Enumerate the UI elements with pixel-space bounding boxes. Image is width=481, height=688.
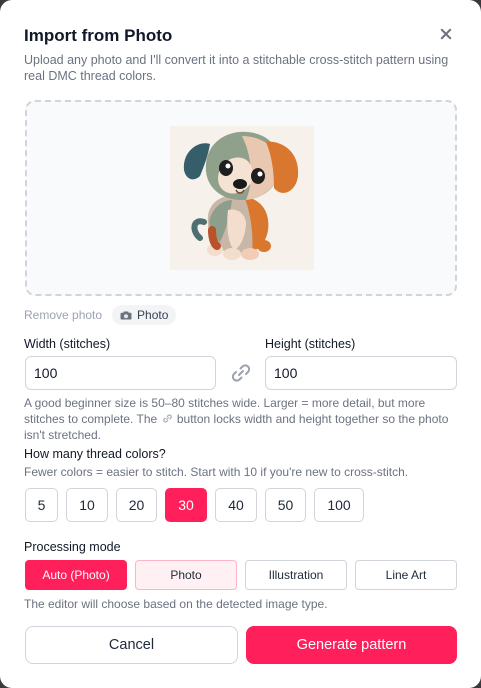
photo-type-chip: Photo bbox=[112, 305, 177, 325]
processing-mode-label: Processing mode bbox=[24, 540, 121, 554]
camera-icon bbox=[120, 311, 132, 319]
puppy-illustration bbox=[183, 131, 299, 260]
cancel-button[interactable]: Cancel bbox=[25, 626, 238, 664]
import-photo-dialog: Import from Photo Upload any photo and I… bbox=[0, 0, 481, 688]
photo-actions-row: Remove photo Photo bbox=[24, 305, 177, 325]
color-count-5[interactable]: 5 bbox=[25, 488, 58, 522]
height-input[interactable] bbox=[265, 356, 457, 390]
color-count-30[interactable]: 30 bbox=[165, 488, 207, 522]
width-input[interactable] bbox=[25, 356, 216, 390]
photo-chip-label: Photo bbox=[137, 308, 169, 322]
color-count-10[interactable]: 10 bbox=[66, 488, 108, 522]
mode-line-art[interactable]: Line Art bbox=[355, 560, 457, 590]
color-count-50[interactable]: 50 bbox=[265, 488, 306, 522]
colors-question: How many thread colors? bbox=[24, 447, 166, 461]
mode-auto-photo[interactable]: Auto (Photo) bbox=[25, 560, 127, 590]
height-label: Height (stitches) bbox=[265, 337, 356, 351]
size-help-text: A good beginner size is 50–80 stitches w… bbox=[24, 395, 460, 443]
width-label: Width (stitches) bbox=[24, 337, 111, 351]
remove-photo-link[interactable]: Remove photo bbox=[24, 308, 102, 322]
mode-photo[interactable]: Photo bbox=[135, 560, 237, 590]
color-count-20[interactable]: 20 bbox=[116, 488, 157, 522]
colors-hint: Fewer colors = easier to stitch. Start w… bbox=[24, 465, 409, 479]
mode-illustration[interactable]: Illustration bbox=[245, 560, 347, 590]
generate-pattern-button[interactable]: Generate pattern bbox=[246, 626, 457, 664]
color-count-100[interactable]: 100 bbox=[314, 488, 364, 522]
aspect-lock-button[interactable] bbox=[229, 361, 253, 385]
color-count-40[interactable]: 40 bbox=[215, 488, 257, 522]
photo-preview bbox=[170, 126, 314, 270]
link-icon bbox=[231, 364, 251, 382]
mode-help-text: The editor will choose based on the dete… bbox=[24, 597, 328, 611]
dialog-subtitle: Upload any photo and I'll convert it int… bbox=[24, 53, 449, 83]
close-icon[interactable] bbox=[439, 27, 453, 41]
link-icon bbox=[162, 414, 172, 423]
photo-dropzone[interactable] bbox=[25, 100, 457, 296]
dialog-title: Import from Photo bbox=[24, 26, 173, 45]
